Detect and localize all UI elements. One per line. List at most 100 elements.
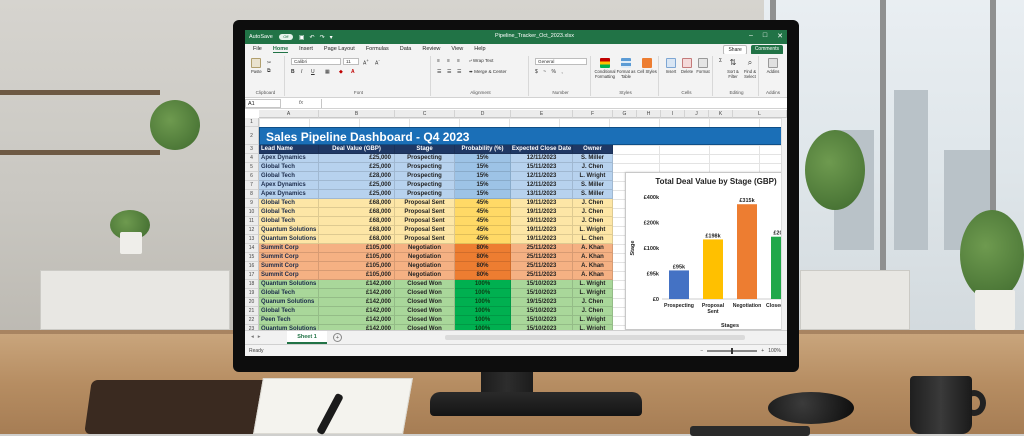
align-left-icon[interactable]: ☰ — [437, 69, 441, 75]
row-header[interactable]: 17 — [245, 271, 259, 280]
dashboard-title[interactable]: Sales Pipeline Dashboard - Q4 2023 — [259, 127, 787, 145]
sort-filter-button[interactable]: ⇅ Sort & Filter — [725, 58, 741, 79]
align-middle-icon[interactable]: ≡ — [447, 58, 450, 64]
cell-value[interactable]: £25,000 — [319, 190, 395, 199]
column-heading[interactable]: Lead Name — [259, 145, 319, 154]
cell-stage[interactable]: Negotiation — [395, 271, 455, 280]
insert-cells-button[interactable]: Insert — [663, 58, 679, 74]
addins-button[interactable]: Addins — [763, 58, 783, 74]
fill-color-icon[interactable]: ◆ — [339, 69, 343, 75]
row-header[interactable]: 6 — [245, 172, 259, 181]
number-format-buttons[interactable]: $ ~ % , — [535, 69, 565, 75]
autosum-icon[interactable]: Σ — [719, 58, 722, 64]
redo-icon[interactable]: ↷ — [320, 34, 325, 41]
cell-value[interactable]: £68,000 — [319, 217, 395, 226]
cell-date[interactable]: 15/10/2023 — [511, 280, 573, 289]
cell-stage[interactable]: Proposal Sent — [395, 208, 455, 217]
cell-prob[interactable]: 15% — [455, 181, 511, 190]
cell-date[interactable]: 15/11/2023 — [511, 163, 573, 172]
column-header-l[interactable]: L — [733, 110, 787, 118]
cell-stage[interactable]: Proposal Sent — [395, 235, 455, 244]
cell-lead[interactable]: Global Tech — [259, 307, 319, 316]
cell-date[interactable]: 19/11/2023 — [511, 226, 573, 235]
cell-lead[interactable]: Summit Corp — [259, 244, 319, 253]
cell-date[interactable]: 19/11/2023 — [511, 199, 573, 208]
underline-icon[interactable]: U — [311, 69, 315, 75]
bold-icon[interactable]: B — [291, 69, 295, 75]
close-icon[interactable]: ✕ — [777, 32, 783, 40]
cell-value[interactable]: £142,000 — [319, 316, 395, 325]
row-header[interactable]: 7 — [245, 181, 259, 190]
cell-prob[interactable]: 45% — [455, 217, 511, 226]
cell-lead[interactable]: Global Tech — [259, 172, 319, 181]
cell-lead[interactable]: Apex Dynamics — [259, 181, 319, 190]
column-header-k[interactable]: K — [709, 110, 733, 118]
formula-input[interactable] — [321, 98, 787, 108]
cell-value[interactable]: £105,000 — [319, 271, 395, 280]
menu-tab-data[interactable]: Data — [400, 46, 412, 52]
cell-stage[interactable]: Proposal Sent — [395, 199, 455, 208]
cell-prob[interactable]: 15% — [455, 172, 511, 181]
menu-tab-formulas[interactable]: Formulas — [366, 46, 389, 52]
row-header[interactable]: 20 — [245, 298, 259, 307]
cell-prob[interactable]: 45% — [455, 208, 511, 217]
column-header-h[interactable]: H — [637, 110, 661, 118]
cell-prob[interactable]: 100% — [455, 307, 511, 316]
cell-owner[interactable]: A. Khan — [573, 271, 613, 280]
cell-prob[interactable]: 45% — [455, 226, 511, 235]
cut-icon[interactable]: ✂ — [267, 60, 271, 66]
cell-value[interactable]: £142,000 — [319, 280, 395, 289]
merge-center-button[interactable]: ⬌ Merge & Center — [469, 69, 507, 75]
worksheet[interactable]: Sales Pipeline Dashboard - Q4 2023 Lead … — [245, 110, 787, 334]
column-heading[interactable]: Probability (%) — [455, 145, 511, 154]
cell-owner[interactable]: A. Khan — [573, 244, 613, 253]
cell-lead[interactable]: Apex Dynamics — [259, 190, 319, 199]
cell-date[interactable]: 15/10/2023 — [511, 316, 573, 325]
cell-prob[interactable]: 80% — [455, 244, 511, 253]
align-center-icon[interactable]: ☰ — [447, 69, 451, 75]
delete-cells-button[interactable]: Delete — [679, 58, 695, 74]
cell-date[interactable]: 19/15/2023 — [511, 298, 573, 307]
cell-owner[interactable]: J. Chen — [573, 298, 613, 307]
zoom-in-icon[interactable]: + — [761, 345, 764, 356]
row-header[interactable]: 9 — [245, 199, 259, 208]
cell-prob[interactable]: 45% — [455, 199, 511, 208]
row-header[interactable]: 14 — [245, 244, 259, 253]
cell-prob[interactable]: 80% — [455, 253, 511, 262]
column-header-i[interactable]: I — [661, 110, 685, 118]
row-header[interactable]: 22 — [245, 316, 259, 325]
cell-date[interactable]: 15/10/2023 — [511, 307, 573, 316]
cell-prob[interactable]: 15% — [455, 163, 511, 172]
cell-styles-button[interactable]: Cell Styles — [637, 58, 657, 74]
cell-date[interactable]: 12/11/2023 — [511, 181, 573, 190]
vertical-scrollbar[interactable] — [781, 118, 787, 330]
row-header[interactable]: 15 — [245, 253, 259, 262]
cell-prob[interactable]: 100% — [455, 280, 511, 289]
cell-stage[interactable]: Prospecting — [395, 181, 455, 190]
row-header[interactable]: 5 — [245, 163, 259, 172]
row-header[interactable]: 4 — [245, 154, 259, 163]
cell-date[interactable]: 12/11/2023 — [511, 154, 573, 163]
fx-icon[interactable]: fx — [281, 100, 321, 106]
row-header[interactable]: 1 — [245, 118, 259, 127]
column-header-d[interactable]: D — [455, 110, 511, 118]
column-header-e[interactable]: E — [511, 110, 573, 118]
cell-stage[interactable]: Negotiation — [395, 244, 455, 253]
menu-tab-view[interactable]: View — [451, 46, 463, 52]
row-header[interactable]: 18 — [245, 280, 259, 289]
cell-prob[interactable]: 100% — [455, 316, 511, 325]
cell-value[interactable]: £25,000 — [319, 163, 395, 172]
menu-tab-file[interactable]: File — [253, 46, 262, 52]
format-as-table-button[interactable]: Format as Table — [616, 58, 636, 79]
name-box[interactable]: A1 — [245, 98, 281, 108]
cell-stage[interactable]: Prospecting — [395, 190, 455, 199]
save-icon[interactable]: ▣ — [299, 34, 305, 41]
cell-lead[interactable]: Quantum Solutions — [259, 226, 319, 235]
conditional-formatting-button[interactable]: Conditional Formatting — [595, 58, 615, 79]
cell-date[interactable]: 25/11/2023 — [511, 244, 573, 253]
cell-prob[interactable]: 80% — [455, 271, 511, 280]
cell-owner[interactable]: S. Miller — [573, 181, 613, 190]
column-heading[interactable]: Owner — [573, 145, 613, 154]
row-header[interactable]: 19 — [245, 289, 259, 298]
cell-stage[interactable]: Proposal Sent — [395, 217, 455, 226]
